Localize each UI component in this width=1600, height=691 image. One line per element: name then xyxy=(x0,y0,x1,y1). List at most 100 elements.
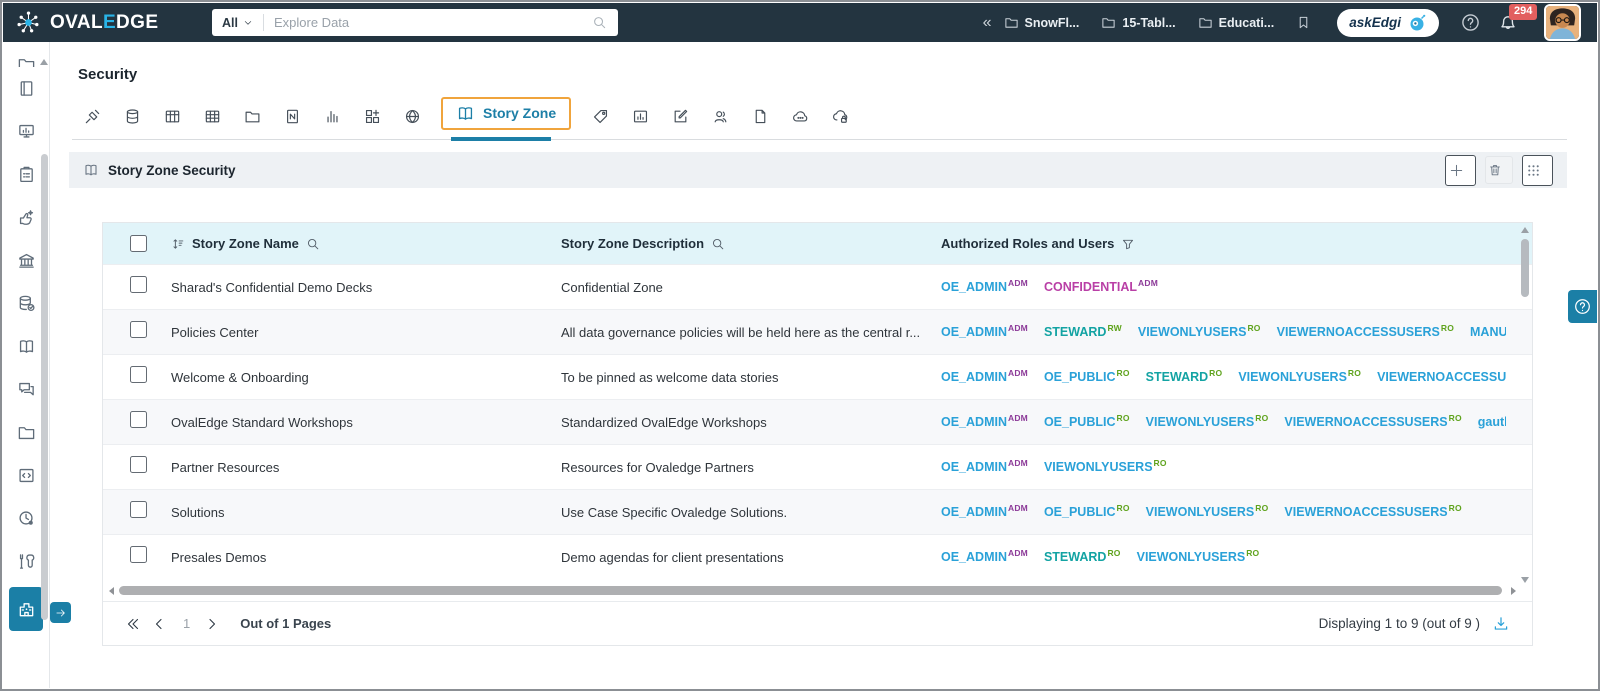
row-checkbox[interactable] xyxy=(130,276,147,293)
tab-cloud-lock[interactable] xyxy=(820,108,860,125)
delete-button[interactable] xyxy=(1485,156,1513,184)
role-link[interactable]: VIEWONLYUSERSRO xyxy=(1146,415,1269,429)
scroll-right-icon[interactable] xyxy=(1511,587,1516,595)
role-link[interactable]: OE_PUBLICRO xyxy=(1044,415,1130,429)
sidebar-item-notebook-1[interactable] xyxy=(3,67,49,110)
role-link[interactable]: OE_ADMINADM xyxy=(941,280,1028,294)
role-link[interactable]: MANUFACTU... xyxy=(1470,325,1506,339)
role-link[interactable]: VIEWONLYUSERSRO xyxy=(1238,370,1361,384)
scroll-down-icon[interactable] xyxy=(1521,577,1529,583)
recent-item[interactable]: SnowFl... xyxy=(1004,15,1079,30)
tab-image-chart[interactable] xyxy=(620,108,660,125)
tab-users[interactable] xyxy=(700,108,740,125)
search-input[interactable] xyxy=(263,15,592,30)
table-row[interactable]: Sharad's Confidential Demo Decks Confiden… xyxy=(103,264,1532,309)
role-link[interactable]: STEWARDRO xyxy=(1146,370,1223,384)
role-link[interactable]: VIEWERNOACCESSUSERSRO xyxy=(1284,415,1461,429)
role-link[interactable]: VIEWONLYUSERSRO xyxy=(1137,550,1260,564)
bookmark-icon[interactable] xyxy=(1296,15,1311,30)
role-link[interactable]: VIEWONLYUSERSRO xyxy=(1138,325,1261,339)
role-link[interactable]: OE_ADMINADM xyxy=(941,460,1028,474)
role-link[interactable]: VIEWERNOACCESSUSERSRO xyxy=(1277,325,1454,339)
role-link[interactable]: STEWARDRO xyxy=(1044,550,1121,564)
recent-item[interactable]: Educati... xyxy=(1198,15,1274,30)
tab-query-file[interactable] xyxy=(272,108,312,125)
first-page-button[interactable] xyxy=(125,616,141,632)
download-icon[interactable] xyxy=(1492,615,1510,633)
role-link[interactable]: OE_ADMINADM xyxy=(941,505,1028,519)
story-zone-name: Policies Center xyxy=(171,324,259,340)
role-link[interactable]: OE_ADMINADM xyxy=(941,325,1028,339)
tab-connector[interactable] xyxy=(72,108,112,125)
tab-tag[interactable] xyxy=(580,108,620,125)
story-zone-description: All data governance policies will be hel… xyxy=(561,324,921,340)
horizontal-scrollbar[interactable] xyxy=(109,585,1516,597)
table-row[interactable]: Policies Center All data governance polic… xyxy=(103,309,1532,354)
table-row[interactable]: Solutions Use Case Specific Ovaledge Solu… xyxy=(103,489,1532,534)
role-link[interactable]: OE_ADMINADM xyxy=(941,550,1028,564)
previous-page-button[interactable] xyxy=(151,616,167,632)
recent-item-label: 15-Tabl... xyxy=(1122,15,1176,30)
tab-bar-chart[interactable] xyxy=(312,108,352,125)
sidebar-item-monitor-chart-2[interactable] xyxy=(3,110,49,153)
sidebar-scroll-up-icon[interactable] xyxy=(40,59,48,65)
tab-table-grid[interactable] xyxy=(152,108,192,125)
brand-logo[interactable]: OVALEDGE xyxy=(15,9,212,36)
sidebar-item-building-13[interactable] xyxy=(9,587,43,631)
row-checkbox[interactable] xyxy=(130,366,147,383)
table-row[interactable]: Partner Resources Resources for Ovaledge … xyxy=(103,444,1532,489)
tab-database[interactable] xyxy=(112,108,152,125)
column-search-icon[interactable] xyxy=(306,237,320,251)
role-link[interactable]: OE_ADMINADM xyxy=(941,415,1028,429)
tab-cloud-api[interactable] xyxy=(780,108,820,125)
role-link[interactable]: OE_PUBLICRO xyxy=(1044,505,1130,519)
role-link[interactable]: gauthamRO xyxy=(1478,415,1506,429)
search-icon[interactable] xyxy=(592,15,607,30)
table-row[interactable]: OvalEdge Standard Workshops Standardized … xyxy=(103,399,1532,444)
tab-document[interactable] xyxy=(740,108,780,125)
scroll-up-icon[interactable] xyxy=(1521,227,1529,233)
column-search-icon[interactable] xyxy=(711,237,725,251)
search-scope-dropdown[interactable]: All xyxy=(212,16,263,30)
role-link[interactable]: VIEWONLYUSERSRO xyxy=(1044,460,1167,474)
role-link[interactable]: OE_PUBLICRO xyxy=(1044,370,1130,384)
table-row[interactable]: Presales Demos Demo agendas for client pr… xyxy=(103,534,1532,579)
column-settings-button[interactable] xyxy=(1522,154,1553,186)
vertical-scrollbar[interactable] xyxy=(1520,227,1530,583)
filter-icon[interactable] xyxy=(1121,237,1135,251)
role-link[interactable]: CONFIDENTIALADM xyxy=(1044,280,1158,294)
vertical-scroll-thumb[interactable] xyxy=(1521,239,1529,297)
next-page-button[interactable] xyxy=(204,616,220,632)
horizontal-scroll-thumb[interactable] xyxy=(119,586,1502,595)
row-checkbox[interactable] xyxy=(130,411,147,428)
tab-folder[interactable] xyxy=(232,108,272,125)
role-link[interactable]: VIEWERNOACCESSUSERSRO xyxy=(1377,370,1506,384)
collapse-recent-icon[interactable]: « xyxy=(983,14,992,31)
ask-edgi-button[interactable]: askEdgi xyxy=(1337,8,1439,37)
role-link[interactable]: STEWARDRW xyxy=(1044,325,1122,339)
role-link[interactable]: OE_ADMINADM xyxy=(941,370,1028,384)
tab-edit-box[interactable] xyxy=(660,108,700,125)
user-avatar[interactable] xyxy=(1544,4,1581,41)
role-link[interactable]: VIEWERNOACCESSUSERSRO xyxy=(1284,505,1461,519)
row-checkbox[interactable] xyxy=(130,546,147,563)
row-checkbox[interactable] xyxy=(130,456,147,473)
tab-table-columns[interactable] xyxy=(192,108,232,125)
table-row[interactable]: Welcome & Onboarding To be pinned as welc… xyxy=(103,354,1532,399)
tab-story-zone[interactable]: Story Zone xyxy=(441,96,572,141)
row-checkbox[interactable] xyxy=(130,321,147,338)
role-link[interactable]: VIEWONLYUSERSRO xyxy=(1146,505,1269,519)
select-all-checkbox[interactable] xyxy=(130,235,147,252)
help-icon[interactable] xyxy=(1461,13,1480,32)
row-checkbox[interactable] xyxy=(130,501,147,518)
recent-item[interactable]: 15-Tabl... xyxy=(1101,15,1176,30)
add-story-zone-button[interactable] xyxy=(1445,154,1476,186)
notifications[interactable]: 294 xyxy=(1498,3,1538,33)
sort-icon[interactable] xyxy=(171,237,185,251)
tab-globe[interactable] xyxy=(392,108,432,125)
sidebar-expand-button[interactable] xyxy=(50,602,71,623)
scroll-left-icon[interactable] xyxy=(109,587,114,595)
sidebar-scrollbar[interactable] xyxy=(41,154,48,620)
tab-app-blocks[interactable] xyxy=(352,108,392,125)
floating-help-button[interactable] xyxy=(1568,290,1597,323)
